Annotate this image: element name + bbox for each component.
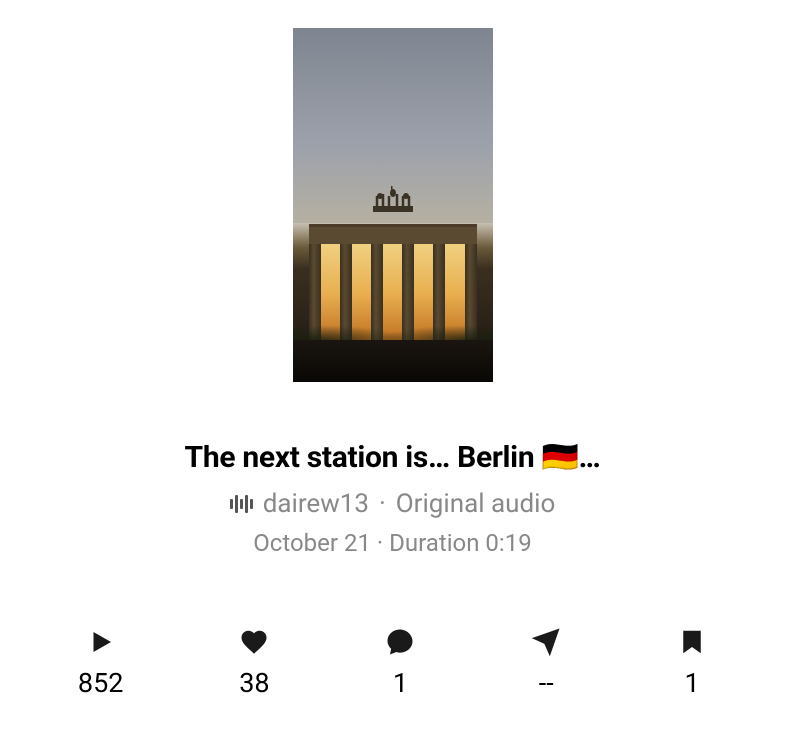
audio-info-row[interactable]: dairew13 · Original audio: [0, 489, 785, 519]
shares-count: --: [539, 667, 554, 699]
post-duration: Duration 0:19: [389, 529, 532, 557]
saves-count: 1: [684, 667, 699, 699]
audio-label: Original audio: [396, 489, 556, 519]
heart-icon: [239, 627, 269, 657]
video-thumbnail[interactable]: [293, 28, 493, 382]
likes-count: 38: [239, 667, 269, 699]
comments-stat[interactable]: 1: [385, 627, 415, 699]
username: dairew13: [263, 489, 369, 519]
bookmark-icon: [677, 627, 707, 657]
plays-count: 852: [78, 667, 124, 699]
saves-stat[interactable]: 1: [677, 627, 707, 699]
plays-stat[interactable]: 852: [78, 627, 124, 699]
date-duration-row: October 21 · Duration 0:19: [0, 529, 785, 557]
post-info: The next station is… Berlin 🇩🇪… dairew13…: [0, 440, 785, 557]
separator: ·: [379, 489, 386, 519]
post-date: October 21: [253, 529, 371, 557]
comments-count: 1: [393, 667, 408, 699]
comment-icon: [385, 627, 415, 657]
stats-row: 852 38 1 -- 1: [0, 627, 785, 699]
separator: ·: [377, 529, 383, 557]
audio-wave-icon: [230, 495, 253, 513]
play-icon: [86, 627, 116, 657]
send-icon: [531, 627, 561, 657]
shares-stat[interactable]: --: [531, 627, 561, 699]
likes-stat[interactable]: 38: [239, 627, 269, 699]
post-title: The next station is… Berlin 🇩🇪…: [0, 440, 785, 475]
